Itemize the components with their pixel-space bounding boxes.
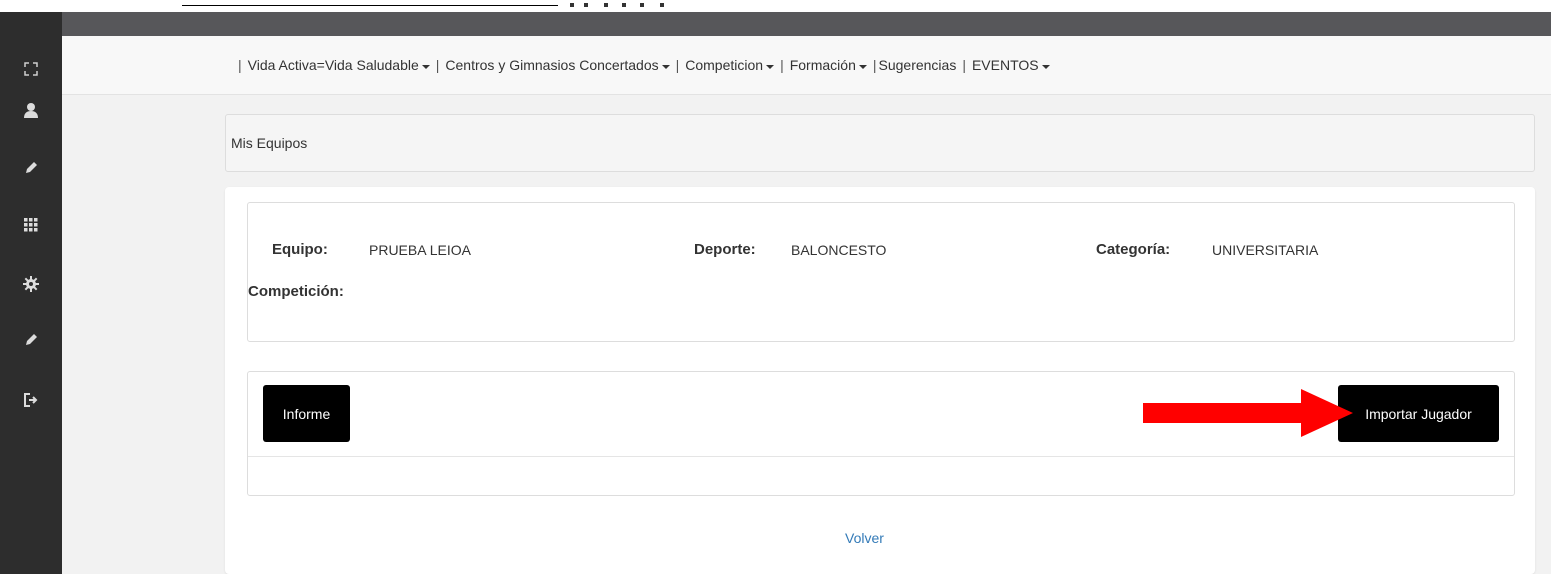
page-title: Mis Equipos [231,135,308,151]
nav-item-label: Sugerencias [878,57,957,73]
gear-icon[interactable] [21,274,41,294]
nav-item-label: Competicion [685,57,764,73]
grid-icon[interactable] [21,215,41,235]
nav-item-label: Centros y Gimnasios Concertados [445,57,659,73]
nav-item-competicion[interactable]: Competicion [685,57,775,73]
caret-down-icon [858,64,867,69]
logout-icon[interactable] [21,390,41,410]
nav-separator: | [872,57,877,73]
pencil-icon[interactable] [21,330,41,350]
nav-item-centros[interactable]: Centros y Gimnasios Concertados [445,57,670,73]
nav-item-eventos[interactable]: EVENTOS [972,57,1050,73]
deporte-label: Deporte: [694,241,756,258]
caret-down-icon [766,64,775,69]
equipo-value: PRUEBA LEIOA [369,242,471,258]
categoria-label: Categoría: [1096,241,1171,258]
nav-item-label: EVENTOS [971,57,1039,73]
sidebar [0,12,62,574]
informe-button[interactable]: Informe [263,385,350,442]
categoria-value: UNIVERSITARIA [1212,242,1319,258]
pencil-icon[interactable] [21,158,41,178]
red-arrow-annotation [1143,389,1353,437]
volver-link[interactable]: Volver [845,530,884,546]
expand-icon[interactable] [21,59,41,79]
deporte-value: BALONCESTO [791,242,887,258]
top-clipped-text [570,3,690,8]
team-info-box: Equipo: PRUEBA LEIOA Deporte: BALONCESTO… [247,202,1515,342]
equipo-label: Equipo: [272,241,328,258]
nav-separator: | [780,57,784,73]
divider [248,456,1514,457]
importar-jugador-button[interactable]: Importar Jugador [1338,385,1499,442]
main-navbar: | Vida Activa=Vida Saludable | Centros y… [62,36,1551,95]
nav-separator: | [435,57,440,73]
competicion-label: Competición: [248,283,344,300]
top-link-underline [182,5,558,6]
top-strip [0,0,1551,12]
top-header-bar [62,12,1551,36]
caret-down-icon [661,64,670,69]
nav-separator: | [238,57,242,73]
caret-down-icon [1041,64,1050,69]
nav-item-label: Formación [789,57,856,73]
nav-item-vida-activa[interactable]: Vida Activa=Vida Saludable [248,57,430,73]
panel-heading: Mis Equipos [225,114,1535,172]
nav-separator: | [675,57,680,73]
caret-down-icon [421,64,430,69]
user-icon[interactable] [21,100,41,120]
nav-item-sugerencias[interactable]: Sugerencias [879,57,957,73]
nav-item-formacion[interactable]: Formación [790,57,867,73]
nav-menu: | Vida Activa=Vida Saludable | Centros y… [232,36,1050,94]
nav-separator: | [962,57,966,73]
nav-item-label: Vida Activa=Vida Saludable [247,57,419,73]
